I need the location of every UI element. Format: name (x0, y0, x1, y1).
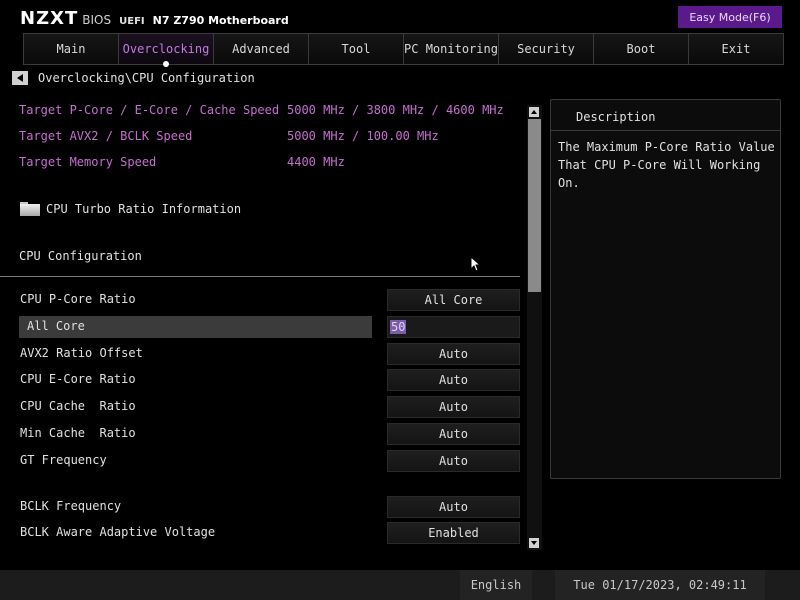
setting-label: BCLK Aware Adaptive Voltage (20, 525, 216, 539)
brand-logo: NZXT (20, 8, 79, 29)
easy-mode-button[interactable]: Easy Mode(F6) (678, 6, 782, 28)
setting-label: CPU E-Core Ratio (20, 372, 136, 386)
footer-bar: English Tue 01/17/2023, 02:49:11 (0, 570, 800, 600)
motherboard-model: N7 Z790 Motherboard (152, 14, 289, 27)
tab-advanced[interactable]: Advanced (213, 33, 308, 65)
description-text: The Maximum P-Core Ratio Value That CPU … (558, 140, 775, 190)
description-panel: Description The Maximum P-Core Ratio Val… (550, 99, 781, 479)
tab-pc-monitoring[interactable]: PC Monitoring (403, 33, 498, 65)
cpu-turbo-ratio-folder[interactable]: CPU Turbo Ratio Information (20, 202, 241, 216)
target-core-speed-row: Target P-Core / E-Core / Cache Speed 500… (19, 103, 504, 119)
setting-all-core[interactable]: All Core 50 (19, 316, 521, 338)
target-value: 5000 MHz / 100.00 MHz (287, 129, 439, 143)
description-divider (551, 130, 780, 131)
setting-bclk-frequency[interactable]: BCLK Frequency Auto (19, 496, 521, 518)
setting-cpu-p-core-ratio[interactable]: CPU P-Core Ratio All Core (19, 289, 521, 311)
setting-cpu-cache-ratio[interactable]: CPU Cache Ratio Auto (19, 396, 521, 418)
setting-cpu-e-core-ratio[interactable]: CPU E-Core Ratio Auto (19, 369, 521, 391)
target-value: 4400 MHz (287, 155, 345, 169)
setting-label: AVX2 Ratio Offset (20, 346, 143, 360)
logo: NZXT BIOS UEFI N7 Z790 Motherboard (20, 8, 289, 29)
setting-gt-frequency[interactable]: GT Frequency Auto (19, 450, 521, 472)
scroll-thumb[interactable] (528, 119, 541, 292)
target-memory-speed-row: Target Memory Speed 4400 MHz (19, 155, 345, 171)
scrollbar[interactable] (527, 105, 542, 550)
setting-label: CPU P-Core Ratio (20, 292, 136, 306)
setting-value-button[interactable]: Auto (387, 450, 520, 472)
bios-label: BIOS (82, 13, 112, 27)
target-label: Target P-Core / E-Core / Cache Speed (19, 103, 280, 117)
uefi-label: UEFI (119, 16, 145, 27)
tab-main[interactable]: Main (23, 33, 118, 65)
setting-value-button[interactable]: Enabled (387, 522, 520, 544)
date-time-display: Tue 01/17/2023, 02:49:11 (555, 570, 765, 600)
setting-value-button[interactable]: Auto (387, 396, 520, 418)
tab-tool[interactable]: Tool (308, 33, 403, 65)
setting-bclk-aware-adaptive-voltage[interactable]: BCLK Aware Adaptive Voltage Enabled (19, 522, 521, 544)
setting-value-button[interactable]: Auto (387, 343, 520, 365)
setting-label: BCLK Frequency (20, 499, 122, 513)
section-divider (0, 276, 520, 277)
tab-boot[interactable]: Boot (593, 33, 688, 65)
setting-value-input[interactable]: 50 (387, 316, 520, 338)
setting-min-cache-ratio[interactable]: Min Cache Ratio Auto (19, 423, 521, 445)
target-label: Target Memory Speed (19, 155, 157, 169)
settings-panel: Target P-Core / E-Core / Cache Speed 500… (0, 96, 525, 556)
input-value: 50 (390, 320, 407, 334)
back-arrow-icon[interactable] (12, 71, 28, 85)
setting-avx2-ratio-offset[interactable]: AVX2 Ratio Offset Auto (19, 343, 521, 365)
language-selector[interactable]: English (460, 570, 532, 600)
setting-label: Min Cache Ratio (20, 426, 136, 440)
description-title: Description (576, 110, 656, 124)
main-tabs: Main Overclocking Advanced Tool PC Monit… (23, 33, 784, 65)
folder-icon (20, 202, 40, 216)
breadcrumb: Overclocking\CPU Configuration (12, 70, 255, 86)
setting-label: All Core (27, 319, 85, 333)
mouse-cursor-icon (470, 256, 482, 272)
tab-overclocking[interactable]: Overclocking (118, 33, 213, 65)
setting-value-button[interactable]: Auto (387, 369, 520, 391)
target-value: 5000 MHz / 3800 MHz / 4600 MHz (287, 103, 504, 117)
breadcrumb-path: Overclocking\CPU Configuration (38, 71, 255, 85)
target-avx2-bclk-row: Target AVX2 / BCLK Speed 5000 MHz / 100.… (19, 129, 439, 145)
folder-label: CPU Turbo Ratio Information (46, 202, 242, 216)
setting-value-button[interactable]: Auto (387, 496, 520, 518)
tab-exit[interactable]: Exit (688, 33, 784, 65)
target-label: Target AVX2 / BCLK Speed (19, 129, 193, 143)
setting-label: CPU Cache Ratio (20, 399, 136, 413)
scroll-up-arrow-icon[interactable] (529, 107, 539, 117)
setting-label: GT Frequency (20, 453, 107, 467)
scroll-down-arrow-icon[interactable] (529, 538, 539, 548)
section-title: CPU Configuration (19, 249, 142, 263)
setting-value-button[interactable]: Auto (387, 423, 520, 445)
header-bar: NZXT BIOS UEFI N7 Z790 Motherboard Easy … (0, 0, 800, 34)
setting-value-button[interactable]: All Core (387, 289, 520, 311)
tab-security[interactable]: Security (498, 33, 593, 65)
